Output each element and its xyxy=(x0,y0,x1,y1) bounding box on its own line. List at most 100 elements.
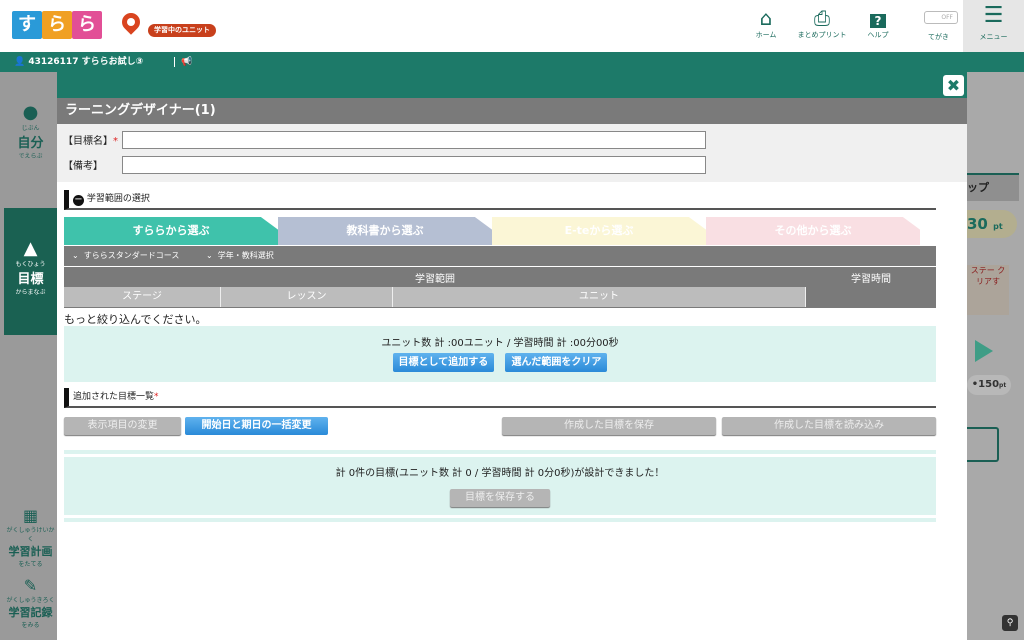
course-label: すららスタンダードコース xyxy=(83,251,180,260)
home-button[interactable]: ⌂ ホーム xyxy=(736,6,796,40)
col-stage: ステージ xyxy=(64,287,221,307)
print-button[interactable]: ⎙ まとめプリント xyxy=(792,6,852,40)
sidebar-item-record[interactable]: ✎ がくしゅうきろく学習記録をみる xyxy=(4,576,57,629)
handwriting-toggle[interactable]: OFF xyxy=(924,11,958,24)
sidebar-item-goal[interactable]: ▲ もくひょう 目標 からまなぶ xyxy=(4,208,57,335)
ruby: じぶん xyxy=(21,125,40,132)
menu-label: メニュー xyxy=(979,33,1008,41)
bg-fragment-3: ステー クリアす xyxy=(967,265,1009,315)
points-value: 30 xyxy=(967,215,988,233)
course-bar: ⌄ すららスタンダードコース ⌄ 学年・教科選択 xyxy=(64,246,936,266)
result-message: 計 0件の目標(ユニット数 計 0 / 学習時間 計 0分0秒)が設計できました… xyxy=(335,468,665,479)
collapse-icon[interactable]: − xyxy=(73,195,84,206)
goal-name-label: 【目標名】* xyxy=(63,132,118,147)
background-panel: ップ 30 pt ステー クリアす •150pt ⚲ xyxy=(967,170,1024,640)
sidebar-item-self[interactable]: ● じぶん自分でえらぶ xyxy=(4,102,57,160)
change-display-button[interactable]: 表示項目の変更 xyxy=(64,417,181,435)
time-header: 学習時間 xyxy=(851,274,891,285)
modal-title: ラーニングデザイナー(1) xyxy=(57,98,967,124)
required-mark: * xyxy=(113,136,118,147)
megaphone-icon[interactable]: 📢 xyxy=(174,57,193,67)
label: 目標 xyxy=(17,272,44,287)
tab-other[interactable]: その他から選ぶ xyxy=(706,217,920,245)
ruby: がくしゅうきろく xyxy=(6,597,55,604)
label: 学習記録 xyxy=(8,606,53,619)
add-as-goal-button[interactable]: 目標として追加する xyxy=(392,353,495,372)
divider xyxy=(64,450,936,454)
link-icon[interactable]: ⚲ xyxy=(1002,615,1018,631)
notes-label: 【備考】 xyxy=(63,161,103,172)
unit: pt xyxy=(999,382,1007,389)
home-label: ホーム xyxy=(755,31,777,39)
sub: からまなぶ xyxy=(15,289,46,296)
selection-summary-panel: ユニット数 計 :00ユニット / 学習時間 計 :00分00秒 目標として追加… xyxy=(64,326,936,382)
close-button[interactable]: ✖ xyxy=(943,75,964,96)
ruby: がくしゅうけいかく xyxy=(6,527,55,543)
play-icon xyxy=(975,340,993,362)
reading-person-icon: ● xyxy=(22,102,39,123)
learning-designer-modal: ✖ ラーニングデザイナー(1) 【目標名】* 【備考】 − 学習範囲の選択 すら… xyxy=(57,72,967,640)
current-unit-button[interactable]: 学習中のユニット xyxy=(148,24,216,37)
bg-box xyxy=(967,427,999,462)
clear-range-button[interactable]: 選んだ範囲をクリア xyxy=(505,353,608,372)
points-unit: pt xyxy=(993,222,1003,231)
location-pin-icon[interactable] xyxy=(118,9,144,35)
help-button[interactable]: ? ヘルプ xyxy=(848,6,908,40)
menu-button[interactable]: ☰ メニュー xyxy=(963,0,1024,52)
ruby: もくひょう xyxy=(15,261,46,268)
handwriting-label: てがき xyxy=(928,33,949,41)
modal-top-bar xyxy=(57,72,967,98)
col-lesson: レッスン xyxy=(221,287,393,307)
load-created-goal-button[interactable]: 作成した目標を読み込み xyxy=(722,417,936,435)
bg-points: 30 pt xyxy=(967,210,1017,238)
narrow-message: もっと絞り込んでください。 xyxy=(64,313,207,326)
pencil-icon: ✎ xyxy=(23,576,38,595)
section-title: 追加された目標一覧 xyxy=(73,392,155,402)
calendar-icon: ▦ xyxy=(22,506,39,525)
selection-summary: ユニット数 計 :00ユニット / 学習時間 計 :00分00秒 xyxy=(381,338,619,349)
tab-textbook[interactable]: 教科書から選ぶ xyxy=(278,217,492,245)
save-created-goal-button[interactable]: 作成した目標を保存 xyxy=(502,417,716,435)
printer-icon: ⎙ xyxy=(814,6,830,30)
label-text: 【目標名】 xyxy=(63,136,113,147)
logo-ra2[interactable]: ら xyxy=(72,11,102,39)
bg-points-150: •150pt xyxy=(967,375,1011,395)
print-label: まとめプリント xyxy=(797,31,847,39)
tab-ete[interactable]: E-teから選ぶ xyxy=(492,217,706,245)
bg-fragment-1: ップ xyxy=(967,173,1019,201)
notes-input[interactable] xyxy=(122,156,706,174)
goal-form: 【目標名】* 【備考】 xyxy=(57,124,967,182)
user-icon: 👤 xyxy=(14,57,26,67)
user-bar: 👤 43126117 すららお試し③ 📢 xyxy=(0,52,1024,72)
logo-su[interactable]: す xyxy=(12,11,42,39)
course-dropdown[interactable]: ⌄ すららスタンダードコース xyxy=(72,251,179,260)
home-icon: ⌂ xyxy=(759,6,773,30)
range-section-header[interactable]: − 学習範囲の選択 xyxy=(64,190,936,210)
sub: をみる xyxy=(21,622,40,629)
save-goal-button[interactable]: 目標を保存する xyxy=(450,489,550,507)
range-header: 学習範囲 xyxy=(415,274,455,285)
logo-ra[interactable]: ら xyxy=(42,11,72,39)
label: 学習計画 xyxy=(8,545,53,558)
col-unit: ユニット xyxy=(393,287,806,307)
grade-subject-dropdown[interactable]: ⌄ 学年・教科選択 xyxy=(206,251,274,260)
result-panel: 計 0件の目標(ユニット数 計 0 / 学習時間 計 0分0秒)が設計できました… xyxy=(64,457,936,515)
required-mark: * xyxy=(154,392,159,402)
sidebar-item-plan[interactable]: ▦ がくしゅうけいかく 学習計画をたてる xyxy=(4,506,57,568)
user-name: 43126117 すららお試し③ xyxy=(28,57,144,67)
sub: でえらぶ xyxy=(18,153,43,160)
help-label: ヘルプ xyxy=(867,31,889,39)
sidebar: ● じぶん 自分 でえらぶ ▲ もくひょう 目標 からまなぶ ▦ がくしゅうけいかく 学習計画を… xyxy=(0,72,57,640)
grade-subject-label: 学年・教科選択 xyxy=(217,251,274,260)
divider xyxy=(64,518,936,522)
label: 自分 xyxy=(17,136,44,151)
value: •150 xyxy=(971,379,1000,390)
sub: をたてる xyxy=(18,561,43,568)
tab-surala[interactable]: すららから選ぶ xyxy=(64,217,278,245)
bulk-date-change-button[interactable]: 開始日と期日の一括変更 xyxy=(185,417,328,435)
goal-list-header: 追加された目標一覧* xyxy=(64,388,936,408)
hamburger-icon: ☰ xyxy=(983,3,1004,28)
top-header: す ら ら 学習中のユニット ⌂ ホーム ⎙ まとめプリント ? ヘルプ OFF てが… xyxy=(0,0,1024,52)
goal-name-input[interactable] xyxy=(122,131,706,149)
help-icon: ? xyxy=(848,6,908,30)
